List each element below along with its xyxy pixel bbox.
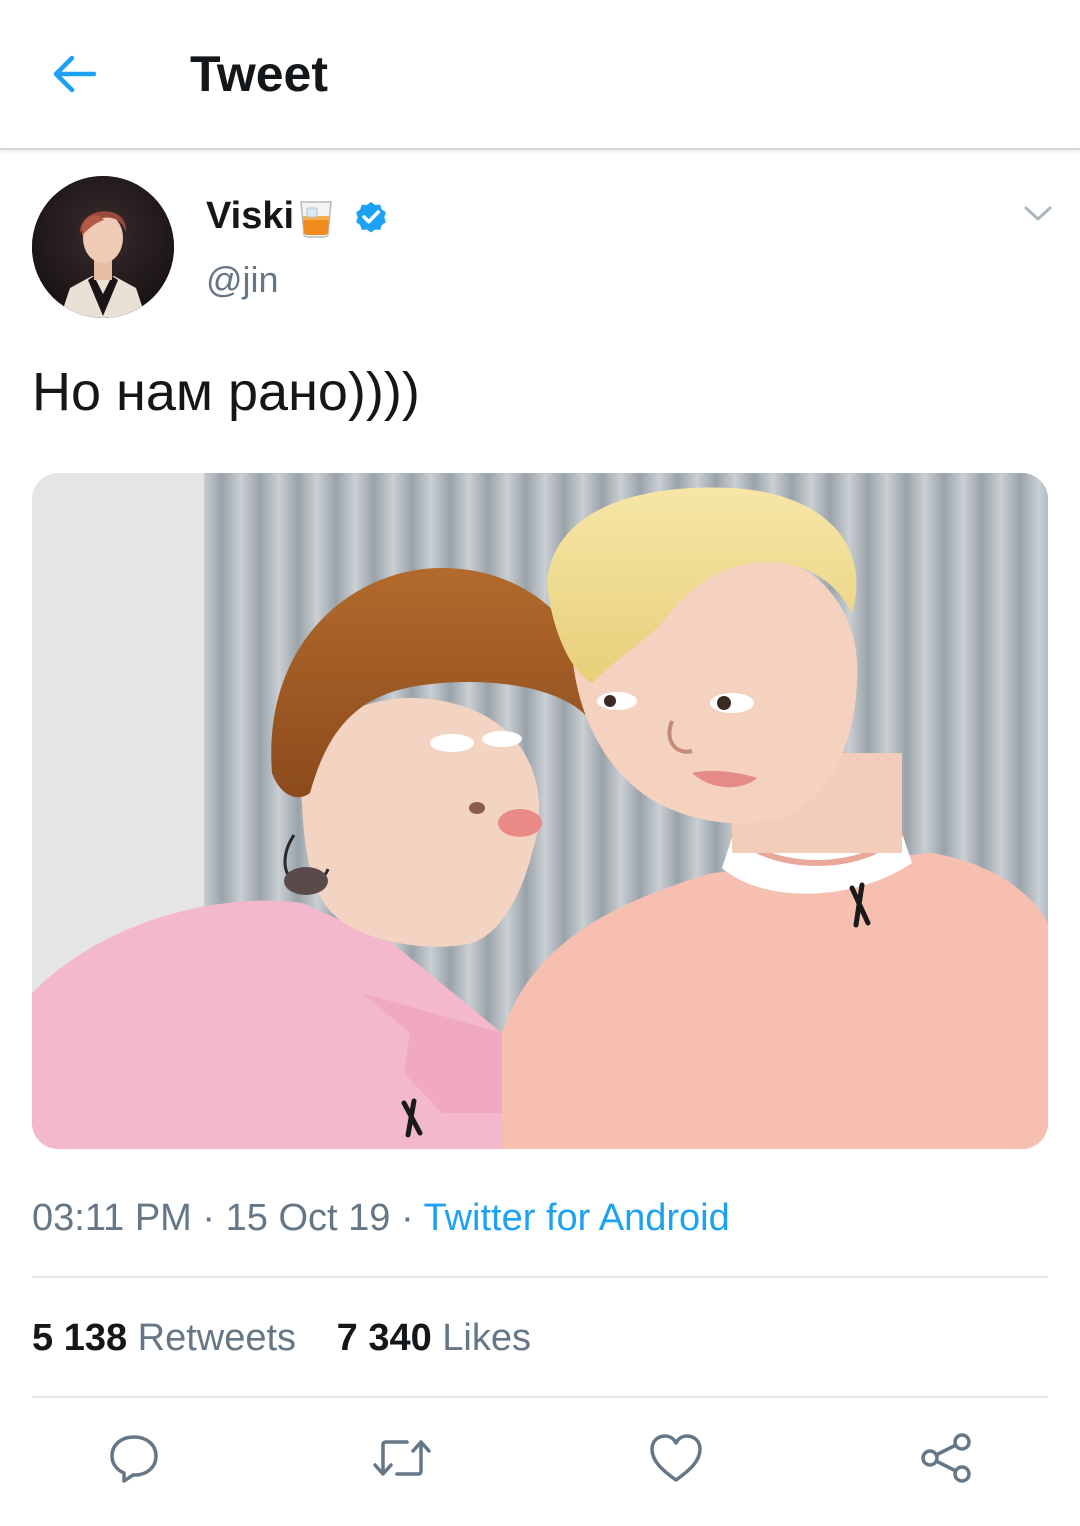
tweet-date: 15 Oct 19 xyxy=(225,1197,391,1239)
tweet-stats: 5 138 Retweets 7 340 Likes xyxy=(32,1314,531,1362)
avatar-photo xyxy=(32,176,174,318)
author-name-row[interactable]: Viski xyxy=(206,190,390,242)
tweet-source-link[interactable]: Twitter for Android xyxy=(423,1197,729,1239)
tweet-menu-button[interactable] xyxy=(1016,196,1060,232)
tweet-time: 03:11 PM xyxy=(32,1197,192,1239)
likes-label: Likes xyxy=(442,1317,531,1359)
verified-badge-icon xyxy=(356,201,386,233)
top-bar: Tweet xyxy=(0,0,1080,150)
back-button[interactable] xyxy=(44,44,104,104)
tweet-meta: 03:11 PM · 15 Oct 19 · Twitter for Andro… xyxy=(32,1194,730,1242)
author-handle[interactable]: @jin xyxy=(206,256,279,304)
retweet-icon xyxy=(373,1440,431,1476)
avatar[interactable] xyxy=(32,176,174,318)
display-name: Viski xyxy=(206,195,295,237)
retweets-count: 5 138 xyxy=(32,1317,128,1359)
meta-separator: · xyxy=(202,1197,216,1239)
tweet-media-photo[interactable] xyxy=(32,473,1048,1149)
share-button[interactable] xyxy=(914,1426,978,1490)
retweets-label: Retweets xyxy=(137,1317,297,1359)
meta-separator: · xyxy=(400,1197,414,1239)
retweet-button[interactable] xyxy=(370,1426,434,1490)
heart-icon xyxy=(650,1434,702,1482)
tweet-text: Но нам рано)))) xyxy=(32,362,420,422)
page-title: Tweet xyxy=(190,46,328,102)
retweets-stat[interactable]: 5 138 Retweets xyxy=(32,1317,307,1359)
divider xyxy=(32,1396,1048,1398)
photo-image xyxy=(32,473,1048,1149)
likes-stat[interactable]: 7 340 Likes xyxy=(337,1317,531,1359)
share-icon xyxy=(921,1433,971,1483)
arrow-left-icon xyxy=(53,55,97,93)
reply-button[interactable] xyxy=(102,1426,166,1490)
likes-count: 7 340 xyxy=(336,1317,432,1359)
whiskey-glass-emoji xyxy=(300,201,332,238)
like-button[interactable] xyxy=(644,1426,708,1490)
divider xyxy=(32,1276,1048,1278)
reply-icon xyxy=(110,1435,158,1483)
chevron-down-icon xyxy=(1024,206,1052,221)
